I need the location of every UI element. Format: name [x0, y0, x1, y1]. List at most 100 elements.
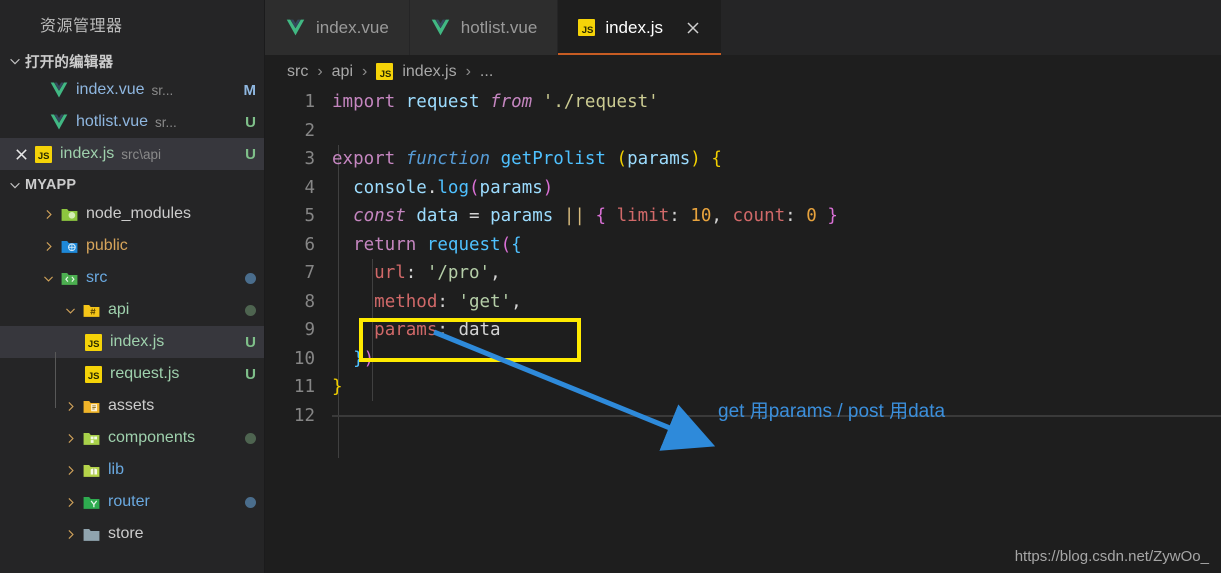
- open-editor-desc: sr...: [151, 82, 174, 98]
- folder-lib-icon: [80, 459, 102, 481]
- tree-item-request-js[interactable]: JS request.js U: [0, 358, 264, 390]
- tree-item-lib[interactable]: lib: [0, 454, 264, 486]
- line-number: 12: [293, 405, 315, 426]
- folder-api-icon: [80, 299, 102, 321]
- tree-item-index-js[interactable]: JS index.js U: [0, 326, 264, 358]
- git-status-dot: [245, 304, 256, 316]
- close-icon[interactable]: [10, 147, 32, 162]
- chevron-right-icon[interactable]: [38, 236, 58, 256]
- open-editor-item[interactable]: hotlist.vue sr... U: [0, 106, 264, 138]
- breadcrumb-item-symbol[interactable]: ...: [480, 63, 493, 81]
- tab-label: index.js: [605, 17, 663, 37]
- chevron-right-icon[interactable]: [60, 492, 80, 512]
- tree-item-label: api: [108, 301, 130, 318]
- tree-item-label: store: [108, 525, 144, 542]
- tree-item-label: router: [108, 493, 150, 510]
- open-editor-name: index.vue: [76, 81, 145, 98]
- tree-item-store[interactable]: store: [0, 518, 264, 550]
- tree-indent-guide: [55, 352, 56, 408]
- open-editor-name: index.js: [60, 145, 115, 162]
- chevron-right-icon[interactable]: [60, 396, 80, 416]
- js-icon: JS: [32, 143, 54, 165]
- chevron-right-icon[interactable]: [60, 460, 80, 480]
- chevron-down-icon: [5, 51, 25, 71]
- tree-item-label: lib: [108, 461, 125, 478]
- editor-area: index.vue hotlist.vue JS index.js src › …: [265, 0, 1221, 573]
- code-line: 10 }): [265, 345, 1221, 374]
- tree-item-node_modules[interactable]: node_modules: [0, 198, 264, 230]
- vue-icon: [48, 79, 70, 101]
- code-line: 9 params: data: [265, 316, 1221, 345]
- breadcrumb-separator-icon: ›: [362, 62, 368, 80]
- line-number: 8: [304, 291, 315, 312]
- open-editor-item[interactable]: index.vue sr... M: [0, 74, 264, 106]
- breadcrumb-item-src[interactable]: src: [287, 63, 308, 81]
- git-status-dot: [245, 496, 256, 508]
- code-line: 3 export function getProlist (params) {: [265, 145, 1221, 174]
- tab-label: hotlist.vue: [460, 17, 538, 37]
- open-editor-desc: src\api: [121, 146, 162, 162]
- tab-hotlist-vue[interactable]: hotlist.vue: [409, 0, 559, 55]
- line-content: params: data: [374, 320, 501, 341]
- folder-node-icon: [58, 203, 80, 225]
- section-label: 打开的编辑器: [25, 54, 114, 71]
- tree-item-label: components: [108, 429, 196, 446]
- code-editor[interactable]: 1 import request from './request' 2 3 ex…: [265, 88, 1221, 573]
- line-number: 10: [293, 348, 315, 369]
- section-myapp[interactable]: MYAPP: [0, 172, 264, 198]
- tree-item-label: request.js: [110, 365, 180, 382]
- close-icon[interactable]: [685, 20, 701, 36]
- code-line: 2: [265, 117, 1221, 146]
- open-editor-status-badge: U: [245, 145, 256, 163]
- section-open-editors[interactable]: 打开的编辑器: [0, 48, 264, 74]
- tree-item-public[interactable]: public: [0, 230, 264, 262]
- open-editor-status-badge: M: [243, 81, 257, 99]
- breadcrumb: src › api › JS index.js › ...: [265, 55, 1221, 88]
- tree-item-label: public: [86, 237, 128, 254]
- tab-bar: index.vue hotlist.vue JS index.js: [265, 0, 1221, 55]
- code-line: 8 method: 'get',: [265, 288, 1221, 317]
- line-number: 9: [304, 320, 315, 341]
- vue-icon: [48, 111, 70, 133]
- tree-item-status-badge: U: [245, 365, 256, 383]
- watermark-url: https://blog.csdn.net/ZywOo_: [1014, 548, 1209, 565]
- tree-item-label: node_modules: [86, 205, 191, 222]
- tab-index-vue[interactable]: index.vue: [265, 0, 410, 55]
- chevron-right-icon[interactable]: [38, 204, 58, 224]
- line-number: 1: [304, 92, 315, 113]
- breadcrumb-separator-icon: ›: [465, 62, 471, 80]
- line-number: 2: [304, 120, 315, 141]
- open-editor-item-active[interactable]: JS index.js src\api U: [0, 138, 264, 170]
- chevron-right-icon[interactable]: [60, 524, 80, 544]
- breadcrumb-item-file[interactable]: index.js: [402, 63, 456, 81]
- tree-item-router[interactable]: router: [0, 486, 264, 518]
- line-number: 5: [304, 206, 315, 227]
- line-number: 4: [304, 177, 315, 198]
- vscode-window: 资源管理器 打开的编辑器 index.vue sr... M hotlist.v…: [0, 0, 1221, 573]
- tree-item-api[interactable]: api: [0, 294, 264, 326]
- chevron-down-icon[interactable]: [38, 268, 58, 288]
- open-editor-name: hotlist.vue: [76, 113, 149, 130]
- line-content: console.log(params): [353, 177, 554, 198]
- explorer-title: 资源管理器: [40, 18, 123, 35]
- line-number: 7: [304, 263, 315, 284]
- tree-item-assets[interactable]: assets: [0, 390, 264, 422]
- chevron-right-icon[interactable]: [60, 428, 80, 448]
- tree-item-src[interactable]: src: [0, 262, 264, 294]
- line-content: }): [353, 348, 375, 369]
- folder-components-icon: [80, 427, 102, 449]
- open-editor-desc: sr...: [155, 114, 177, 130]
- folder-assets-icon: [80, 395, 102, 417]
- line-content: export function getProlist (params) {: [332, 149, 722, 170]
- git-status-dot: [245, 432, 256, 444]
- breadcrumb-item-api[interactable]: api: [332, 63, 353, 81]
- tab-label: index.vue: [316, 17, 389, 37]
- tree-item-status-badge: U: [245, 333, 256, 351]
- tree-item-components[interactable]: components: [0, 422, 264, 454]
- code-line: 6 return request({: [265, 231, 1221, 260]
- tab-index-js[interactable]: JS index.js: [558, 0, 722, 55]
- folder-src-icon: [58, 267, 80, 289]
- chevron-down-icon[interactable]: [60, 300, 80, 320]
- folder-public-icon: [58, 235, 80, 257]
- tree-item-label: src: [86, 269, 108, 286]
